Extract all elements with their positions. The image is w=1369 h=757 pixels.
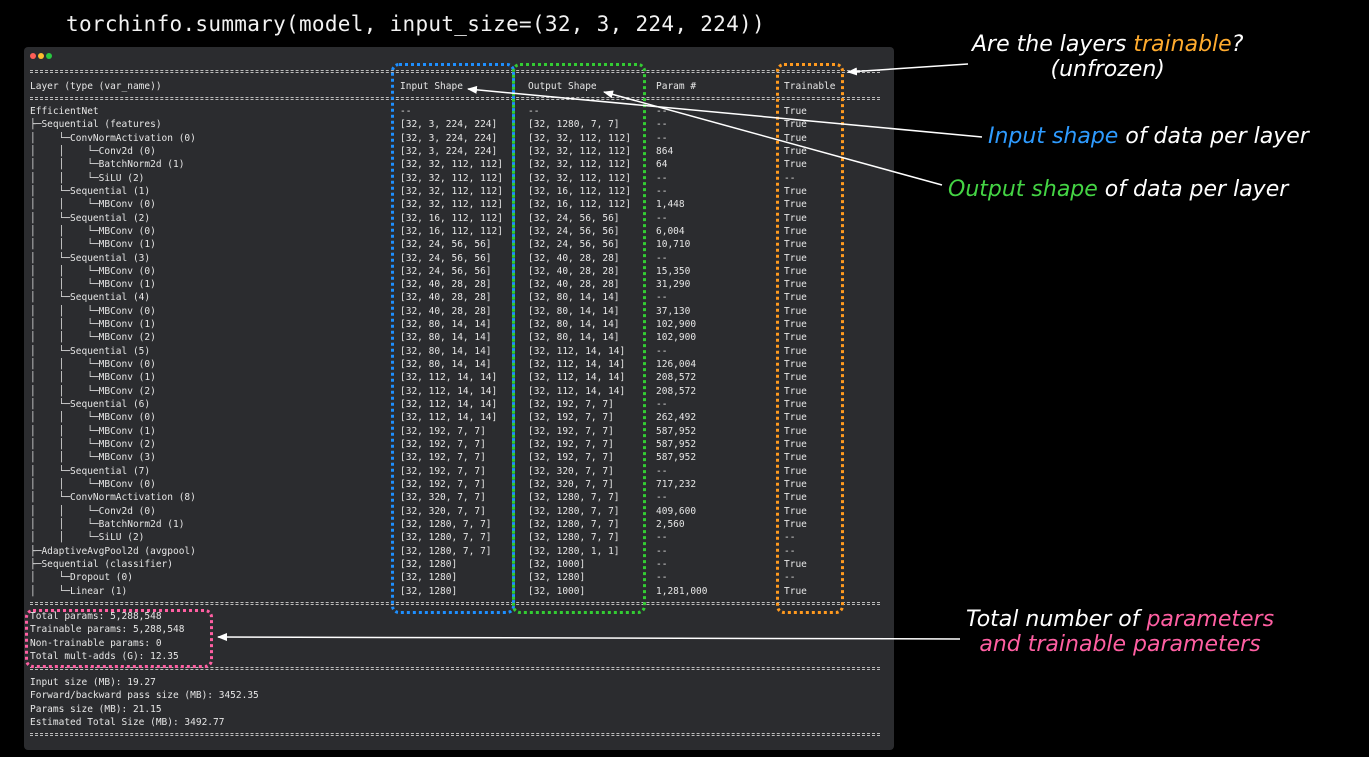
annotation-trainable-highlight: trainable: [1133, 32, 1232, 57]
arrow-trainable: [847, 63, 969, 76]
annotation-input-shape: Input shape of data per layer: [988, 124, 1309, 149]
annotation-total-highlight-1: parameters: [1146, 607, 1275, 632]
annotation-output-highlight: Output shape: [948, 177, 1098, 202]
annotation-trainable-prefix: Are the layers: [972, 32, 1134, 57]
annotation-total-params: Total number of parameters and trainable…: [966, 607, 1274, 657]
annotation-total-highlight-2: and trainable parameters: [979, 632, 1261, 657]
annotation-output-shape: Output shape of data per layer: [948, 177, 1288, 202]
arrow-totals: [217, 633, 961, 642]
annotation-output-suffix: of data per layer: [1097, 177, 1289, 202]
arrow-input-shape: [467, 85, 983, 138]
annotation-total-prefix: Total number of: [966, 607, 1147, 632]
annotation-input-suffix: of data per layer: [1118, 124, 1309, 149]
annotation-trainable-suffix: ?: [1231, 32, 1244, 57]
annotation-input-highlight: Input shape: [988, 124, 1119, 149]
annotation-trainable: Are the layers trainable? (unfrozen): [972, 32, 1243, 82]
annotation-trainable-line2: (unfrozen): [1050, 57, 1165, 82]
arrow-output-shape: [603, 90, 943, 186]
